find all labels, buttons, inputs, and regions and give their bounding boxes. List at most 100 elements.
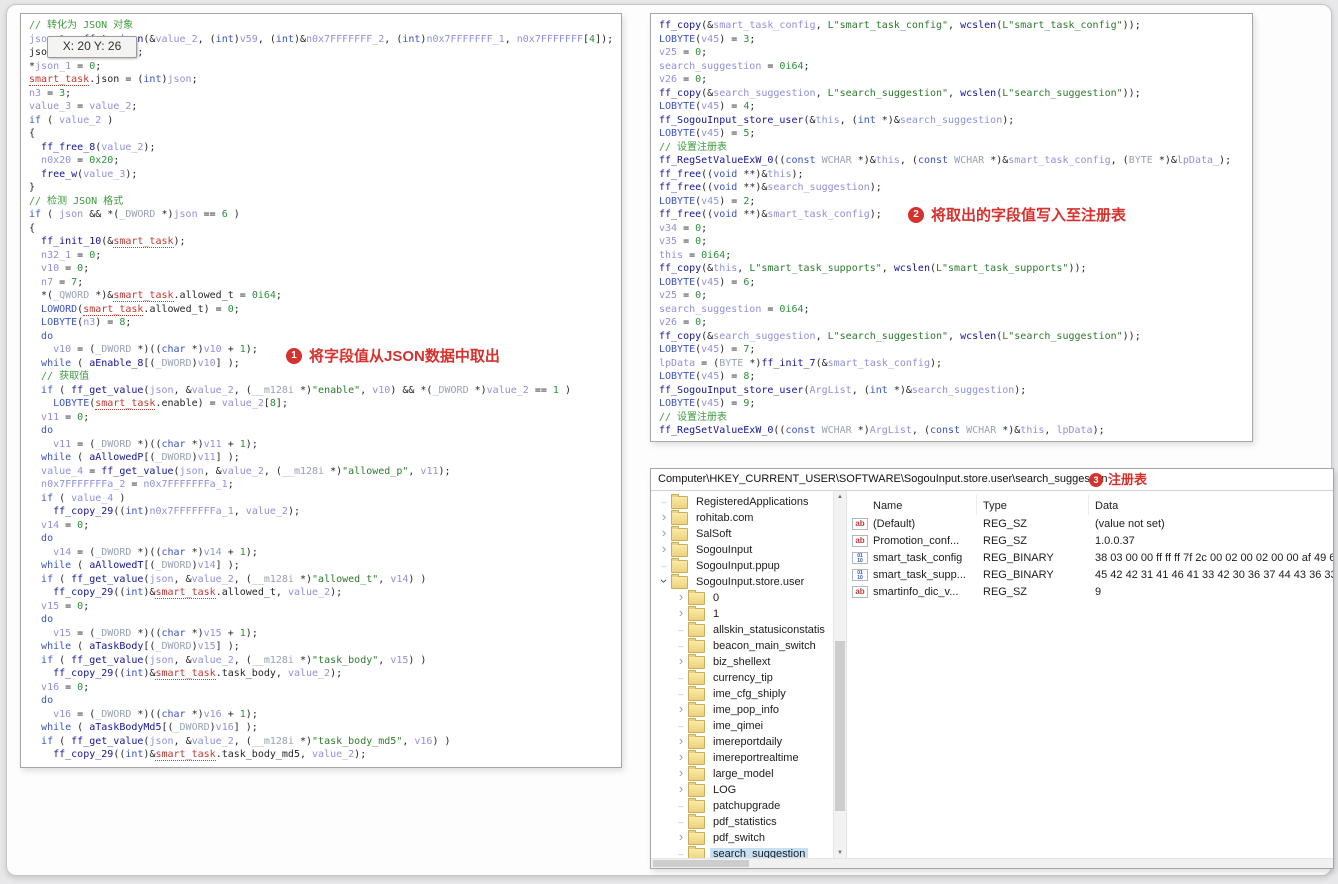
decompiler-json-parse-panel: // 转化为 JSON 对象json_1 = ff_to_json(&value… [20,13,622,768]
chevron-right-icon[interactable]: › [679,701,683,716]
chevron-right-icon[interactable]: › [662,541,666,556]
folder-icon [688,813,705,829]
code-line: n0x7FFFFFFFa_2 = n0x7FFFFFFFa_1; [41,479,234,490]
code-line: v11 = 0; [41,411,90,423]
tree-vertical-scrollbar[interactable]: ▲ ▼ [833,491,846,859]
tree-item[interactable]: – patchupgrade [651,797,833,814]
code-line: v26 = 0; [659,74,708,85]
tree-item[interactable]: – ime_qimei [651,717,833,734]
reg-binary-icon: 01 10 [852,551,868,564]
folder-icon [688,765,705,781]
code-line: LOBYTE(v45) = 3; [659,33,756,45]
code-line: v16 = (_DWORD *)((char *)v16 + 1); [53,708,258,720]
tree-item[interactable]: › 0 [651,589,833,606]
tree-connector-dash-icon: – [678,801,684,811]
value-type: REG_BINARY [983,568,1054,581]
code-line: ff_copy(&search_suggestion, L"search_sug… [659,87,1141,99]
value-name: (Default) [873,517,916,530]
horizontal-scroll-thumb[interactable] [653,860,749,867]
folder-icon [688,829,705,845]
chevron-right-icon[interactable]: › [679,781,683,796]
decompiler-registry-write-panel: ff_copy(&smart_task_config, L"smart_task… [650,13,1253,442]
tree-item[interactable]: › imereportdaily [651,733,833,750]
code-line: // 设置注册表 [659,411,728,423]
chevron-right-icon[interactable]: › [679,589,683,604]
code-line: value_4 = ff_get_value(json, &value_2, (… [41,465,451,477]
scroll-up-arrow-icon[interactable]: ▲ [834,491,846,503]
folder-icon [688,589,705,605]
tree-item[interactable]: – pdf_statistics [651,813,833,830]
tree-item[interactable]: – ime_cfg_shiply [651,685,833,702]
chevron-right-icon[interactable]: › [679,829,683,844]
registry-address-bar[interactable]: Computer\HKEY_CURRENT_USER\SOFTWARE\Sogo… [651,469,1333,491]
folder-icon [671,525,688,541]
tree-item[interactable]: › 1 [651,605,833,622]
folder-icon [688,621,705,637]
registry-value-row[interactable]: 01 10 smart_task_config REG_BINARY 38 03 00 … [847,549,1333,566]
code-line: v14 = (_DWORD *)((char *)v14 + 1); [53,546,258,558]
tree-item-label: 1 [713,608,720,620]
tree-item[interactable]: › pdf_switch [651,829,833,846]
tree-item[interactable]: – SogouInput.ppup [651,557,833,574]
chevron-right-icon[interactable]: › [679,605,683,620]
chevron-down-icon[interactable]: › [657,579,672,583]
tree-connector-dash-icon: – [661,497,667,507]
horizontal-scrollbar[interactable] [651,858,1333,868]
annotation-extract-from-json: 1 将字段值从JSON数据中取出 [286,345,500,366]
code-line: v35 = 0; [659,236,708,247]
tree-item[interactable]: – allskin_statusiconstatis [651,621,833,638]
code-line: n3 = 3; [29,87,72,99]
chevron-right-icon[interactable]: › [679,749,683,764]
chevron-right-icon[interactable]: › [679,653,683,668]
chevron-right-icon[interactable]: › [679,765,683,780]
column-header-type[interactable]: Type [977,495,1089,515]
folder-icon [688,749,705,765]
tree-item[interactable]: › ime_pop_info [651,701,833,718]
code-line: ff_free_8(value_2); [41,141,156,153]
code-line: if ( json && *(_DWORD *)json == 6 ) [29,209,240,220]
tree-item[interactable]: › LOG [651,781,833,798]
reg-sz-icon: ab [852,517,868,530]
code-line: LOBYTE(v45) = 6; [659,276,756,288]
tree-item-label: imereportdaily [713,736,783,748]
tree-item[interactable]: › SalSoft [651,525,833,542]
column-header-data[interactable]: Data [1089,495,1333,515]
tree-item-label: 0 [713,592,720,604]
code-line: v14 = 0; [41,519,90,531]
tree-item[interactable]: › large_model [651,765,833,782]
chevron-right-icon[interactable]: › [662,509,666,524]
registry-value-row[interactable]: 01 10 smart_task_supp... REG_BINARY 45 42 42… [847,566,1333,583]
tree-item[interactable]: › SogouInput [651,541,833,558]
chevron-right-icon[interactable]: › [662,525,666,540]
tree-item[interactable]: › rohitab.com [651,509,833,526]
tree-item[interactable]: › imereportrealtime [651,749,833,766]
column-header-name[interactable]: Name [847,495,977,515]
folder-icon [671,541,688,557]
vertical-scroll-thumb[interactable] [835,641,845,811]
code-line: LOBYTE(n3) = 8; [41,317,132,328]
tree-item[interactable]: › SogouInput.store.user [651,573,833,590]
chevron-right-icon[interactable]: › [679,733,683,748]
registry-value-row[interactable]: ab smartinfo_dic_v... REG_SZ 9 [847,583,1333,600]
code-line: n32_1 = 0; [41,249,102,261]
code-line: lpData = (BYTE *)ff_init_7(&smart_task_c… [659,357,943,369]
tree-item[interactable]: – RegisteredApplications [651,493,833,510]
code-line: free_w(value_3); [41,168,138,180]
code-line: LOBYTE(v45) = 7; [659,344,756,355]
code-line: { [29,128,36,139]
annotation-1-badge: 1 [286,347,302,364]
tree-item[interactable]: – currency_tip [651,669,833,686]
tree-item-label: SogouInput.store.user [696,576,805,588]
registry-value-row[interactable]: ab Promotion_conf... REG_SZ 1.0.0.37 [847,532,1333,549]
registry-values-pane: Name Type Data ab (Default) REG_SZ (value not… [846,491,1333,859]
registry-value-row[interactable]: ab (Default) REG_SZ (value not set) [847,515,1333,532]
registry-key-tree: – RegisteredApplications › rohitab.com › SalS… [651,491,833,859]
tree-item[interactable]: › biz_shellext [651,653,833,670]
value-name: smart_task_config [873,551,963,564]
code-line: LOBYTE(smart_task.enable) = value_2[8]; [53,398,288,410]
code-line: v16 = 0; [41,681,90,693]
folder-icon [688,781,705,797]
tree-item[interactable]: – beacon_main_switch [651,637,833,654]
code-line: search_suggestion = 0i64; [659,60,810,72]
code-line: n0x20 = 0x20; [41,155,120,166]
